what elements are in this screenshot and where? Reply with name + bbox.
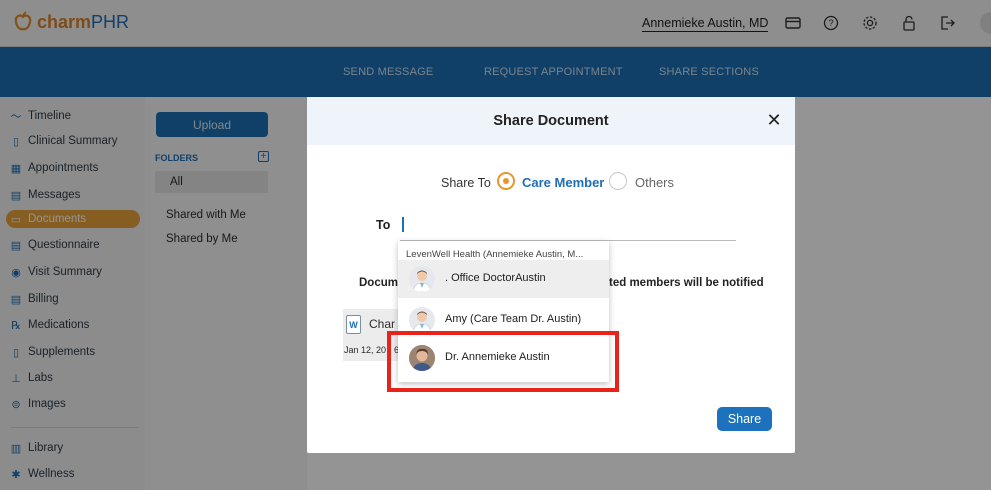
- annotation-highlight-box: [387, 331, 619, 392]
- word-doc-icon: W: [346, 315, 361, 334]
- recipient-input[interactable]: [400, 214, 736, 241]
- notify-text-end: ted members will be notified: [609, 277, 764, 289]
- notify-text-start: Docum: [359, 277, 398, 289]
- radio-others[interactable]: [609, 172, 627, 190]
- dialog-header: Share Document ✕: [307, 97, 795, 145]
- suggestion-group-header: LevenWell Health (Annemieke Austin, M...: [406, 249, 584, 260]
- care-member-label[interactable]: Care Member: [522, 175, 604, 190]
- doctor-avatar-icon: [409, 307, 435, 333]
- suggestion-office-doctor[interactable]: . Office DoctorAustin: [398, 260, 609, 298]
- radio-care-member[interactable]: [497, 172, 515, 190]
- share-button[interactable]: Share: [717, 407, 772, 431]
- close-icon[interactable]: ✕: [765, 109, 783, 131]
- text-caret: [402, 217, 404, 232]
- share-to-label: Share To: [441, 176, 491, 190]
- document-name: Char: [369, 317, 396, 331]
- doctor-avatar-icon: [409, 266, 435, 292]
- to-label: To: [376, 218, 391, 232]
- document-date: Jan 12, 20: [344, 345, 387, 355]
- suggestion-name: . Office DoctorAustin: [445, 272, 546, 284]
- dialog-title: Share Document: [493, 113, 609, 129]
- others-label[interactable]: Others: [635, 175, 674, 190]
- suggestion-name: Amy (Care Team Dr. Austin): [445, 313, 582, 325]
